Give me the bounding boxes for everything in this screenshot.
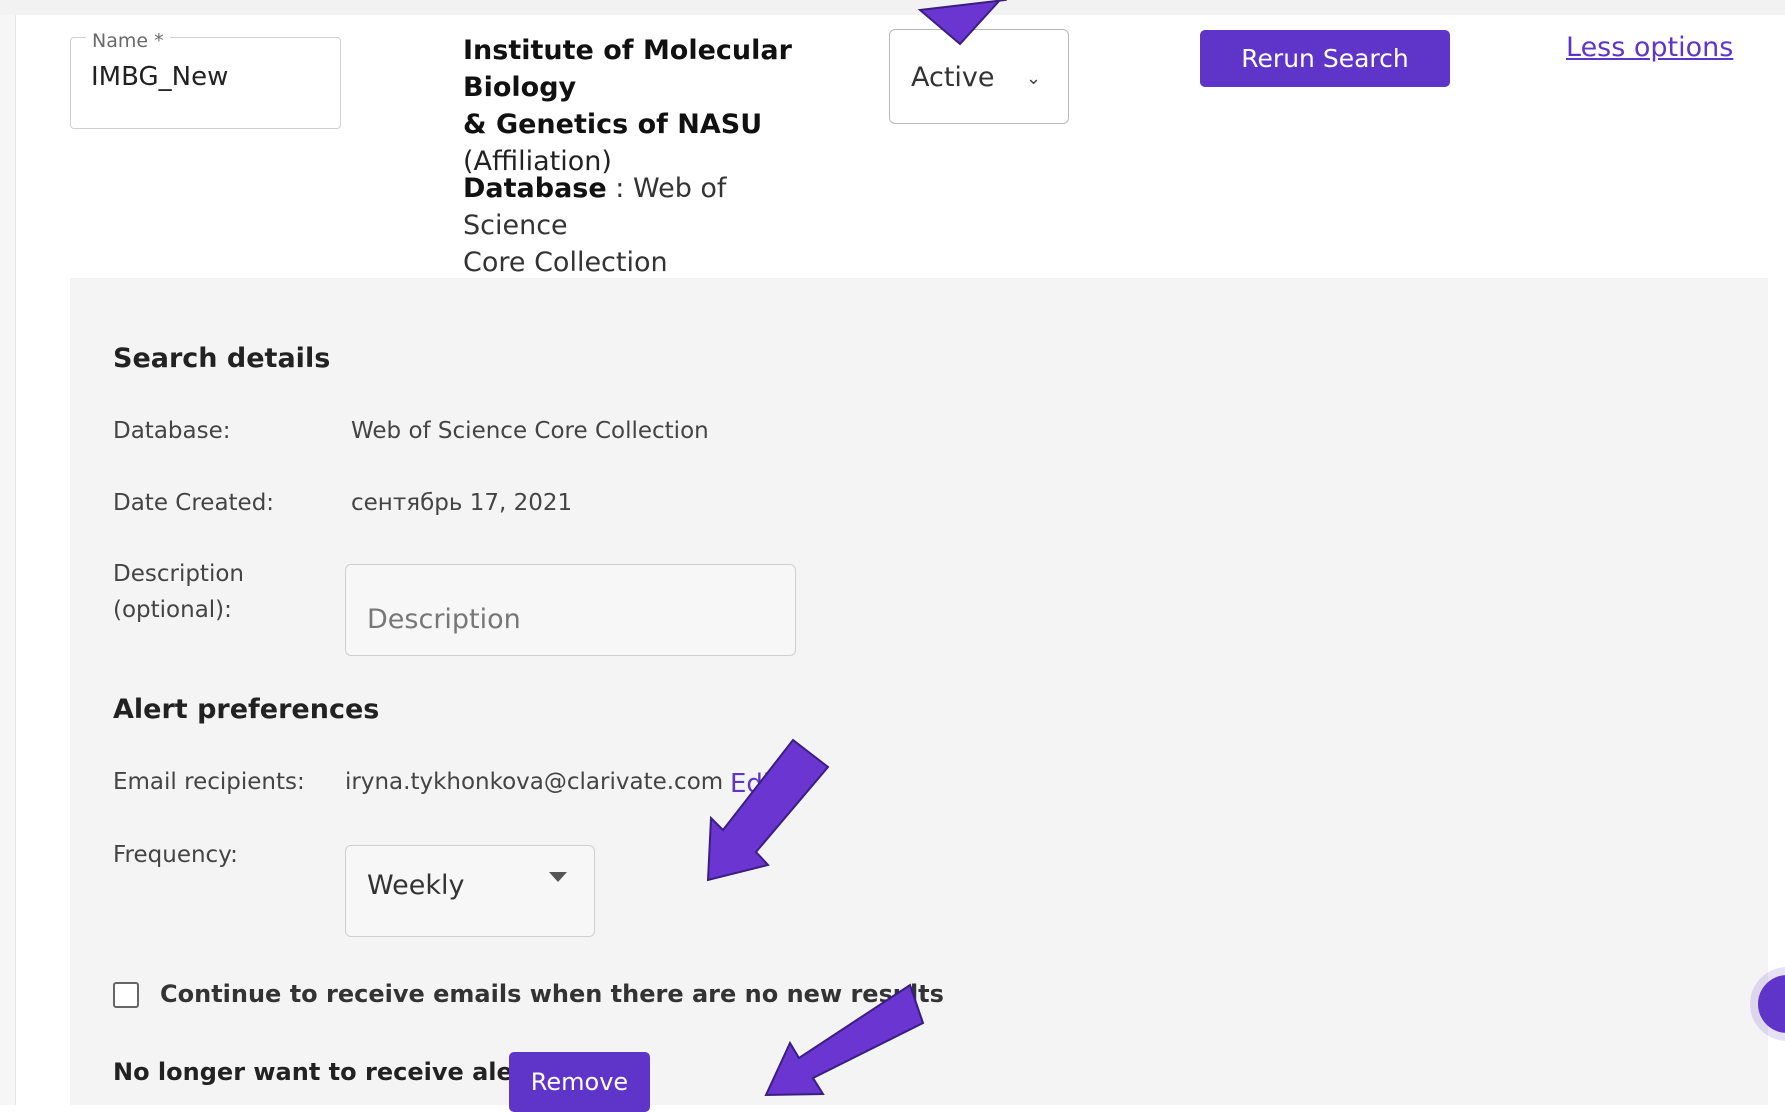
arrow-to-remove-icon <box>764 983 925 1097</box>
arrow-to-edit-icon <box>706 738 830 882</box>
annotation-arrows <box>706 0 1008 1097</box>
arrow-to-status-icon <box>917 0 1008 46</box>
